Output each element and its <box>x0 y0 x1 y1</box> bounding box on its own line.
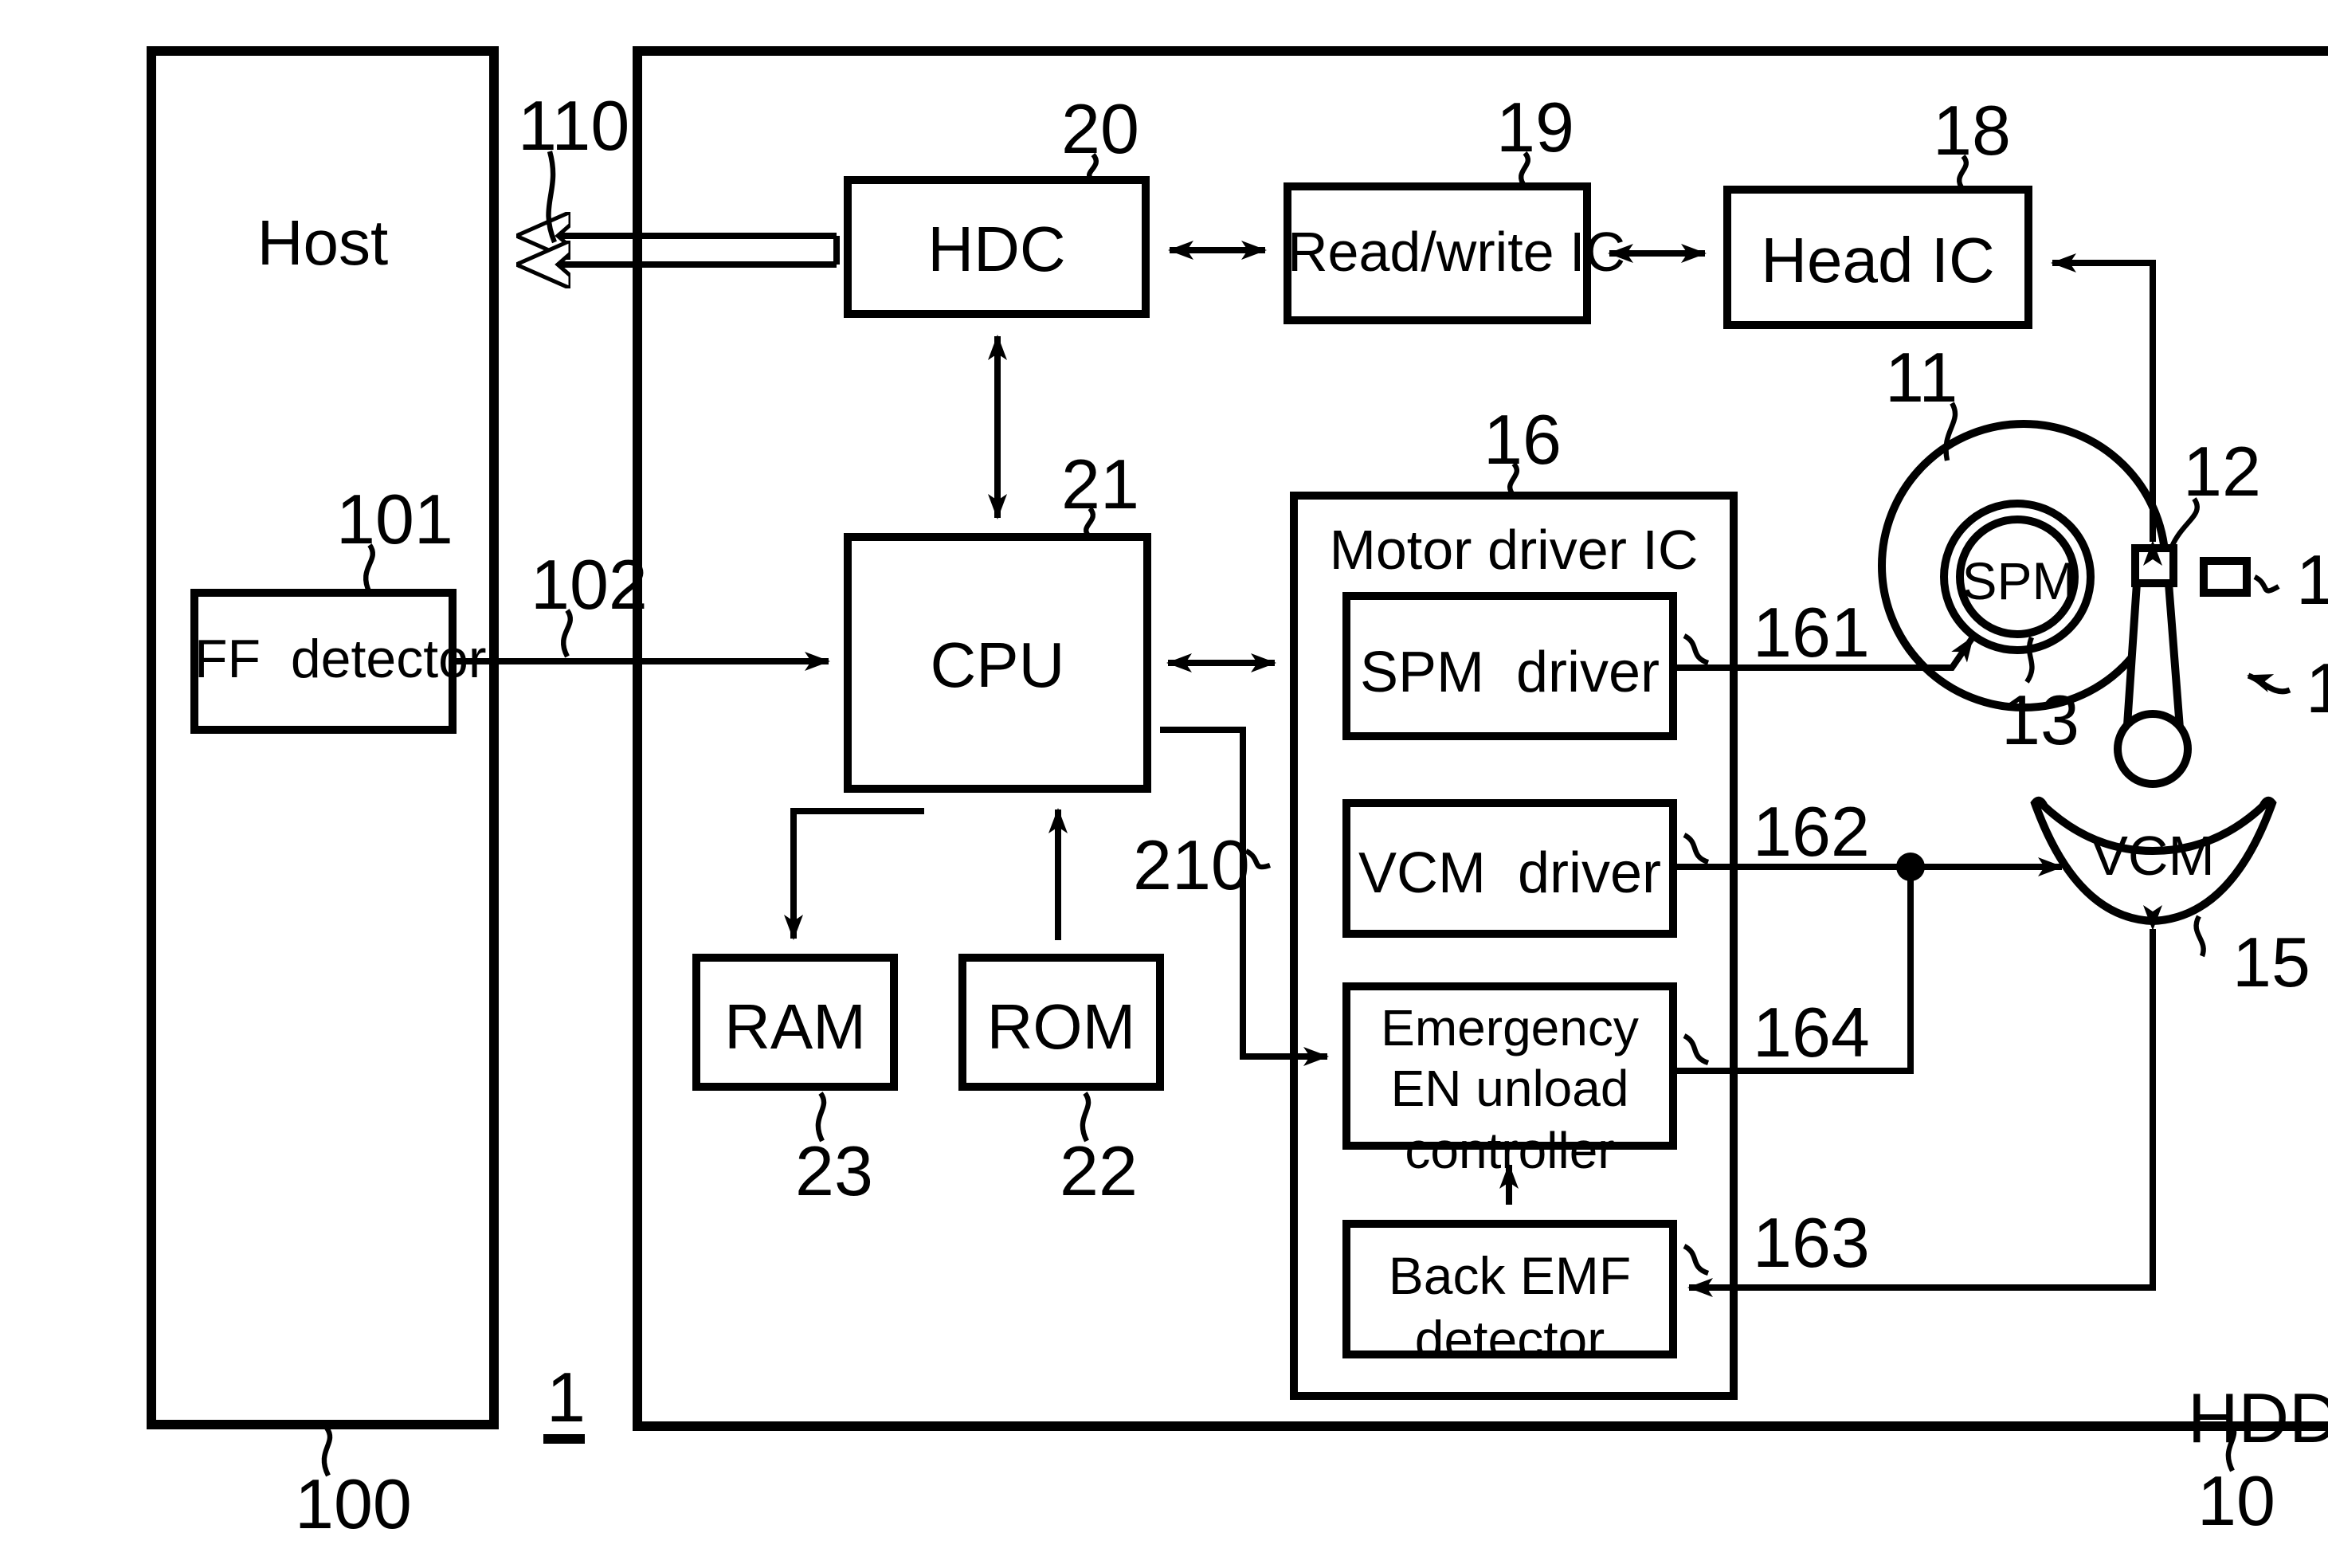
back-emf-detector-label-line1: Back EMF <box>1388 1246 1632 1305</box>
vcm-driver-label: VCM driver <box>1358 840 1662 905</box>
back-emf-detector-label: Back EMF detector <box>1346 1245 1673 1373</box>
diagram-canvas: Host FF detector HDC Read/write IC Head … <box>0 0 2328 1568</box>
ref-18: 18 <box>1933 92 2011 171</box>
ref-17: 17 <box>2296 542 2328 621</box>
motor-driver-ic-label: Motor driver IC <box>1329 519 1699 582</box>
ref-161: 161 <box>1753 594 1870 672</box>
ref-163: 163 <box>1753 1205 1870 1283</box>
ref-110: 110 <box>518 88 630 166</box>
spm-label: SPM <box>1962 551 2076 610</box>
ref-16: 16 <box>1483 402 1562 480</box>
ram-label: RAM <box>724 993 866 1063</box>
reference-leaders <box>321 151 2280 1477</box>
actuator-arm <box>2114 544 2192 788</box>
wire-junction-dot <box>1896 853 1925 881</box>
ref-100: 100 <box>295 1466 412 1544</box>
ref-12: 12 <box>2183 433 2261 512</box>
spm-driver-label: SPM driver <box>1359 639 1660 704</box>
ff-detector-label: FF detector <box>194 629 487 690</box>
emergency-unload-label-line3: controller <box>1405 1121 1615 1179</box>
hdc-label: HDC <box>927 215 1066 285</box>
leader-arrow-14 <box>2247 672 2291 695</box>
ref-162: 162 <box>1753 794 1870 872</box>
emergency-unload-label: Emergency EN unload controller <box>1346 998 1673 1181</box>
hdd-enclosure-label: HDD <box>2188 1380 2328 1458</box>
ref-19: 19 <box>1496 89 1574 167</box>
ref-13: 13 <box>2001 682 2079 760</box>
back-emf-detector-label-line2: detector <box>1414 1310 1605 1370</box>
ref-101: 101 <box>336 481 453 559</box>
cpu-label: CPU <box>930 631 1065 701</box>
ref-23: 23 <box>795 1133 873 1211</box>
ref-15: 15 <box>2232 924 2310 1002</box>
ref-164: 164 <box>1753 994 1870 1072</box>
head-ic-label: Head IC <box>1761 226 1995 296</box>
ref-102: 102 <box>531 547 648 625</box>
readwrite-ic-label: Read/write IC <box>1287 221 1626 284</box>
ref-10: 10 <box>2197 1463 2275 1541</box>
host-label: Host <box>257 209 389 279</box>
ref-22: 22 <box>1060 1133 1138 1211</box>
ref-11: 11 <box>1885 339 1958 417</box>
rom-label: ROM <box>986 993 1136 1063</box>
ref-210: 210 <box>1133 827 1250 905</box>
ref-21: 21 <box>1061 446 1139 524</box>
emergency-unload-label-line2: EN unload <box>1390 1060 1629 1118</box>
ref-20: 20 <box>1061 91 1139 169</box>
ref-14: 14 <box>2306 650 2328 730</box>
ref-1: 1 <box>547 1359 586 1437</box>
ramp-outline <box>2200 557 2251 597</box>
vcm-label: VCM <box>2091 825 2215 888</box>
emergency-unload-label-line1: Emergency <box>1381 999 1639 1056</box>
